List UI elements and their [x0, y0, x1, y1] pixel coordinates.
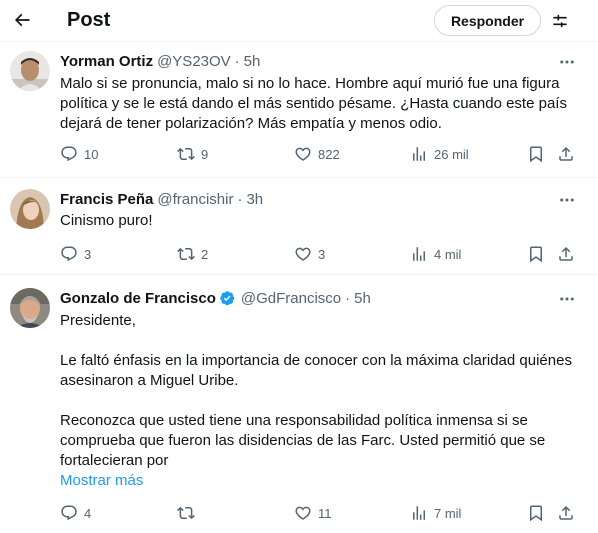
- tweet-text: Cinismo puro!: [60, 212, 153, 229]
- tweet-header: Gonzalo de Francisco @GdFrancisco · 5h: [60, 289, 371, 309]
- show-more-link[interactable]: Mostrar más: [60, 471, 143, 491]
- tweet-text: Malo si se pronuncia, malo si no lo hace…: [60, 75, 567, 132]
- reply-button[interactable]: Responder: [434, 5, 541, 36]
- tweet-text-paragraph: Reconozca que usted tiene una responsabi…: [60, 412, 546, 469]
- timestamp[interactable]: 5h: [244, 52, 261, 72]
- like-action[interactable]: 11: [294, 504, 332, 522]
- views-action[interactable]: 7 mil: [410, 504, 461, 522]
- separator-dot: ·: [234, 53, 240, 70]
- bookmark-icon[interactable]: [527, 245, 545, 263]
- like-count: 3: [318, 246, 326, 262]
- repost-action[interactable]: 2: [177, 245, 208, 263]
- analytics-icon: [410, 504, 428, 522]
- author-handle[interactable]: @francishir: [157, 190, 233, 210]
- timestamp[interactable]: 5h: [354, 289, 371, 309]
- verified-badge-icon: [219, 290, 237, 308]
- analytics-icon: [410, 245, 428, 263]
- author-handle[interactable]: @YS23OV: [157, 52, 231, 72]
- sliders-icon[interactable]: [547, 8, 573, 34]
- share-icon[interactable]: [557, 245, 575, 263]
- view-count: 7 mil: [434, 505, 462, 521]
- views-action[interactable]: 4 mil: [410, 245, 461, 263]
- like-count: 11: [318, 505, 332, 521]
- heart-icon: [294, 504, 312, 522]
- reply-tweet[interactable]: Yorman Ortiz @YS23OV · 5h Malo si se pro…: [0, 43, 598, 178]
- tweet-header: Yorman Ortiz @YS23OV · 5h: [60, 52, 260, 72]
- repost-icon: [177, 245, 195, 263]
- more-options-icon[interactable]: [556, 289, 578, 309]
- avatar[interactable]: [10, 288, 50, 328]
- comment-icon: [60, 245, 78, 263]
- reply-action[interactable]: 4: [60, 504, 91, 522]
- reply-count: 10: [84, 146, 99, 162]
- share-icon[interactable]: [557, 145, 575, 163]
- like-action[interactable]: 3: [294, 245, 325, 263]
- like-count: 822: [318, 146, 340, 162]
- heart-icon: [294, 245, 312, 263]
- page-title: Post: [67, 9, 111, 31]
- repost-icon: [177, 504, 195, 522]
- avatar[interactable]: [10, 189, 50, 229]
- author-handle[interactable]: @GdFrancisco: [241, 289, 341, 309]
- author-name[interactable]: Yorman Ortiz: [60, 52, 153, 72]
- repost-action[interactable]: [177, 504, 201, 522]
- bookmark-icon[interactable]: [527, 504, 545, 522]
- author-name[interactable]: Francis Peña: [60, 190, 153, 210]
- reply-action[interactable]: 10: [60, 145, 98, 163]
- back-arrow-icon[interactable]: [8, 6, 36, 34]
- view-count: 4 mil: [434, 246, 462, 262]
- author-name[interactable]: Gonzalo de Francisco: [60, 289, 216, 309]
- repost-count: 2: [201, 246, 209, 262]
- tweet-header: Francis Peña @francishir · 3h: [60, 190, 263, 210]
- timestamp[interactable]: 3h: [246, 190, 263, 210]
- bookmark-icon[interactable]: [527, 145, 545, 163]
- like-action[interactable]: 822: [294, 145, 340, 163]
- repost-count: 9: [201, 146, 209, 162]
- repost-action[interactable]: 9: [177, 145, 208, 163]
- comment-icon: [60, 145, 78, 163]
- top-bar: Post Responder: [0, 0, 598, 42]
- repost-icon: [177, 145, 195, 163]
- more-options-icon[interactable]: [556, 190, 578, 210]
- tweet-text-paragraph: Le faltó énfasis en la importancia de co…: [60, 352, 572, 389]
- reply-tweet[interactable]: Francis Peña @francishir · 3h Cinismo pu…: [0, 179, 598, 275]
- more-options-icon[interactable]: [556, 52, 578, 72]
- heart-icon: [294, 145, 312, 163]
- reply-count: 4: [84, 505, 92, 521]
- reply-action[interactable]: 3: [60, 245, 91, 263]
- view-count: 26 mil: [434, 146, 469, 162]
- share-icon[interactable]: [557, 504, 575, 522]
- reply-count: 3: [84, 246, 92, 262]
- reply-tweet[interactable]: Gonzalo de Francisco @GdFrancisco · 5h P…: [0, 276, 598, 533]
- separator-dot: ·: [237, 191, 243, 208]
- avatar[interactable]: [10, 51, 50, 91]
- analytics-icon: [410, 145, 428, 163]
- tweet-text-paragraph: Presidente,: [60, 312, 136, 329]
- separator-dot: ·: [345, 290, 351, 307]
- views-action[interactable]: 26 mil: [410, 145, 469, 163]
- comment-icon: [60, 504, 78, 522]
